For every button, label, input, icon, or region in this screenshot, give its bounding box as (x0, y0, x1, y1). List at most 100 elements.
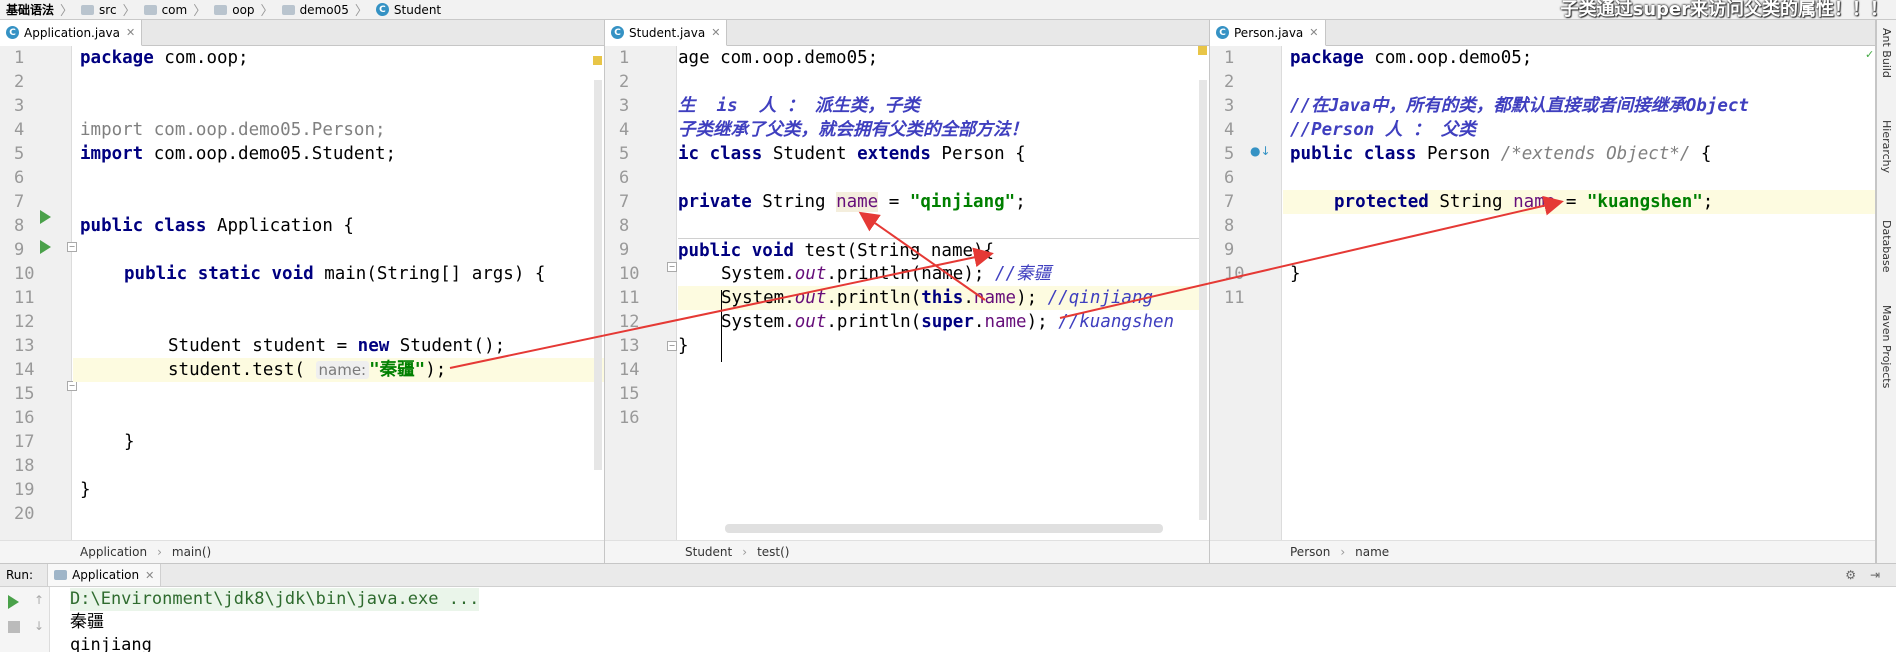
class-icon: C (375, 3, 389, 16)
line-number: 2 (14, 72, 25, 92)
analysis-marker[interactable] (593, 56, 602, 65)
line-number: 5 (619, 144, 630, 164)
run-main-icon[interactable] (40, 240, 51, 254)
up-arrow-icon[interactable]: ↑ (34, 593, 44, 607)
tab-student-java[interactable]: C Student.java ✕ (605, 20, 728, 46)
code-area[interactable]: package com.oop; import com.oop.demo05.P… (73, 46, 604, 540)
line-number: 1 (14, 48, 25, 68)
breadcrumb-com[interactable]: com 〉 (143, 0, 213, 19)
line-number: 7 (1224, 192, 1235, 212)
close-icon[interactable]: ✕ (145, 569, 154, 582)
console-output[interactable]: D:\Environment\jdk8\jdk\bin\java.exe ...… (70, 588, 480, 652)
console-line: qinjiang (70, 635, 152, 652)
line-number: 11 (1224, 288, 1245, 308)
editor-tabbar: C Person.java ✕ (1210, 20, 1875, 46)
code-line: package com.oop.demo05; (1290, 48, 1533, 68)
editor-pane-person: C Person.java ✕ 1 2 3 4 5 6 7 8 9 10 11 ●↓ package c… (1210, 20, 1876, 563)
rerun-icon[interactable] (8, 595, 19, 609)
folder-icon (143, 4, 157, 15)
parameter-hint: name: (315, 361, 370, 379)
line-number: 10 (14, 264, 35, 284)
code-line: } (124, 432, 135, 452)
vertical-scrollbar[interactable] (594, 80, 602, 470)
line-number: 6 (1224, 168, 1235, 188)
breadcrumb-status: Student › test() (605, 540, 1209, 563)
line-number: 9 (619, 240, 630, 260)
code-line: } (678, 336, 689, 356)
run-toolbar: Run: Application ✕ ⚙ ⇥ (0, 564, 1896, 587)
run-tab-application[interactable]: Application ✕ (47, 564, 162, 586)
line-number: 8 (619, 216, 630, 236)
fold-icon[interactable]: − (667, 341, 677, 351)
line-number: 4 (14, 120, 25, 140)
line-number: 1 (1224, 48, 1235, 68)
run-class-icon[interactable] (40, 210, 51, 224)
tab-person-java[interactable]: C Person.java ✕ (1210, 20, 1326, 46)
line-number: 6 (619, 168, 630, 188)
line-number: 12 (14, 312, 35, 332)
line-number: 3 (14, 96, 25, 116)
class-icon: C (1216, 26, 1229, 39)
line-number: 16 (619, 408, 640, 428)
check-icon: ✓ (1865, 48, 1875, 61)
line-number: 10 (1224, 264, 1245, 284)
editor-tabbar: C Student.java ✕ (605, 20, 1209, 46)
close-icon[interactable]: ✕ (126, 26, 135, 39)
editor-pane-student: C Student.java ✕ 1 2 3 4 5 6 7 8 9 10 11 12 13 14 15 16 −… (605, 20, 1210, 563)
close-icon[interactable]: ✕ (1309, 26, 1318, 39)
line-number: 2 (619, 72, 630, 92)
ant-build-tab[interactable]: Ant Build (1880, 28, 1893, 78)
class-icon: C (611, 26, 624, 39)
maven-projects-tab[interactable]: Maven Projects (1880, 305, 1893, 388)
line-number: 15 (619, 384, 640, 404)
code-line: age com.oop.demo05; (678, 48, 879, 68)
code-line: import com.oop.demo05.Student; (80, 144, 397, 164)
stop-icon[interactable] (8, 621, 20, 633)
run-label: Run: (6, 568, 34, 582)
video-caption: 子类通过super来访问父类的属性！！！ (1560, 0, 1889, 20)
code-line: import com.oop.demo05.Person; (80, 120, 386, 140)
breadcrumb-oop[interactable]: oop 〉 (214, 0, 279, 19)
overridden-icon[interactable]: ●↓ (1250, 144, 1271, 158)
breadcrumb-src[interactable]: src 〉 (81, 0, 142, 19)
breadcrumb-project[interactable]: 基础语法〉 (6, 0, 79, 19)
tab-application-java[interactable]: C Application.java ✕ (0, 20, 143, 46)
code-line: //Person 人 ： 父类 (1290, 120, 1476, 140)
code-area[interactable]: age com.oop.demo05; 生 is 人 ： 派生类，子类 子类继承… (678, 46, 1199, 540)
code-line: ic class Student extends Person { (678, 144, 1026, 164)
analysis-marker[interactable] (1198, 46, 1207, 55)
breadcrumb-student[interactable]: C Student (375, 3, 441, 17)
code-line: System.out.println(super.name); //kuangs… (721, 312, 1175, 332)
line-number: 14 (619, 360, 640, 380)
line-number: 11 (14, 288, 35, 308)
line-number: 16 (14, 408, 35, 428)
code-line: package com.oop; (80, 48, 249, 68)
hierarchy-tab[interactable]: Hierarchy (1880, 120, 1893, 173)
right-tool-strip: Ant Build Hierarchy Database Maven Proje… (1876, 20, 1896, 563)
line-number: 15 (14, 384, 35, 404)
fold-icon[interactable]: − (667, 262, 677, 272)
run-tool-window: Run: Application ✕ ⚙ ⇥ ↑ ↓ D:\Environment… (0, 563, 1896, 652)
minimize-icon[interactable]: ⇥ (1870, 568, 1880, 582)
navigation-bar: 基础语法〉 src 〉 com 〉 oop 〉 demo05 〉 C Student 子类… (0, 0, 1896, 20)
console-line: D:\Environment\jdk8\jdk\bin\java.exe ... (70, 588, 480, 611)
down-arrow-icon[interactable]: ↓ (34, 619, 44, 633)
code-line: public static void main(String[] args) { (124, 264, 546, 284)
gear-icon[interactable]: ⚙ (1845, 568, 1856, 582)
run-side-tools: ↑ ↓ (0, 587, 50, 652)
editor-tabbar: C Application.java ✕ (0, 20, 604, 46)
breadcrumb-demo05[interactable]: demo05 〉 (281, 0, 374, 19)
code-line: private String name = "qinjiang"; (678, 192, 1026, 212)
code-line: //在Java中，所有的类，都默认直接或者间接继承Object (1290, 96, 1749, 116)
vertical-scrollbar[interactable] (1199, 80, 1207, 520)
console-line: 秦疆 (70, 612, 104, 632)
code-line: public void test(String name){ (678, 238, 1199, 262)
code-area[interactable]: package com.oop.demo05; //在Java中，所有的类，都默… (1283, 46, 1875, 540)
line-number: 8 (1224, 216, 1235, 236)
text-caret (721, 290, 722, 362)
code-line: public class Application { (80, 216, 354, 236)
database-tab[interactable]: Database (1880, 220, 1893, 273)
line-number: 18 (14, 456, 35, 476)
close-icon[interactable]: ✕ (711, 26, 720, 39)
horizontal-scrollbar[interactable] (725, 524, 1163, 533)
